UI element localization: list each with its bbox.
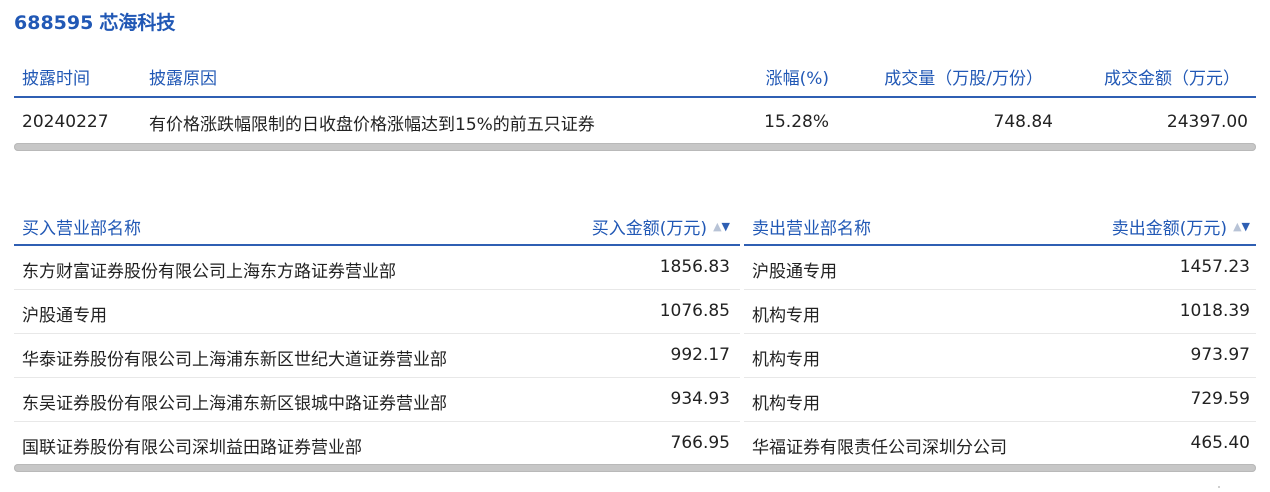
sell-broker-name: 华福证券有限责任公司深圳分公司 xyxy=(752,438,1007,458)
table-row: 机构专用 973.97 xyxy=(744,334,1256,378)
buy-broker-name: 东方财富证券股份有限公司上海东方路证券营业部 xyxy=(22,262,396,282)
stock-code: 688595 xyxy=(14,12,94,34)
sell-broker-amount: 729.59 xyxy=(1190,389,1250,409)
page-title: 688595 芯海科技 xyxy=(14,10,175,36)
buy-header-amount: 买入金额(万元) xyxy=(591,219,708,239)
sell-broker-table: 卖出营业部名称 卖出金额(万元) ▲ ▼ 沪股通专用 1457.23 机构专用 1… xyxy=(744,206,1256,465)
sell-broker-amount: 1018.39 xyxy=(1179,301,1250,321)
buy-table-header: 买入营业部名称 买入金额(万元) ▲ ▼ xyxy=(14,206,740,246)
sell-broker-amount: 465.40 xyxy=(1190,433,1250,453)
buy-broker-amount: 1856.83 xyxy=(659,257,730,277)
stock-name: 芯海科技 xyxy=(99,12,176,34)
table-row: 20240227 有价格涨跌幅限制的日收盘价格涨幅达到15%的前五只证券 15.… xyxy=(14,98,1256,146)
buy-broker-name: 华泰证券股份有限公司上海浦东新区世纪大道证券营业部 xyxy=(22,350,447,370)
table-row: 机构专用 1018.39 xyxy=(744,290,1256,334)
table-row: 华泰证券股份有限公司上海浦东新区世纪大道证券营业部 992.17 xyxy=(14,334,740,378)
sell-broker-name: 机构专用 xyxy=(752,350,820,370)
table-row: 东方财富证券股份有限公司上海东方路证券营业部 1856.83 xyxy=(14,246,740,290)
buy-broker-table: 买入营业部名称 买入金额(万元) ▲ ▼ 东方财富证券股份有限公司上海东方路证券营… xyxy=(14,206,740,465)
buy-broker-amount: 934.93 xyxy=(670,389,730,409)
buy-broker-name: 国联证券股份有限公司深圳益田路证券营业部 xyxy=(22,438,362,458)
table-row: 机构专用 729.59 xyxy=(744,378,1256,422)
buy-broker-amount: 992.17 xyxy=(670,345,730,365)
cell-date: 20240227 xyxy=(22,112,109,132)
table-row: 沪股通专用 1076.85 xyxy=(14,290,740,334)
header-reason: 披露原因 xyxy=(149,68,217,89)
sell-table-header: 卖出营业部名称 卖出金额(万元) ▲ ▼ xyxy=(744,206,1256,246)
cell-reason: 有价格涨跌幅限制的日收盘价格涨幅达到15%的前五只证券 xyxy=(149,114,595,135)
buy-broker-name: 沪股通专用 xyxy=(22,306,107,326)
buy-broker-amount: 766.95 xyxy=(670,433,730,453)
buy-broker-amount: 1076.85 xyxy=(659,301,730,321)
sell-broker-amount: 973.97 xyxy=(1190,345,1250,365)
cell-amount: 24397.00 xyxy=(1166,112,1248,132)
buy-amount-sort-header[interactable]: 买入金额(万元) ▲ ▼ xyxy=(592,214,730,239)
disclosure-table: 披露时间 披露原因 涨幅(%) 成交量（万股/万份） 成交金额（万元） 2024… xyxy=(14,56,1256,146)
cell-change: 15.28% xyxy=(764,112,829,132)
sell-broker-amount: 1457.23 xyxy=(1179,257,1250,277)
disclosure-table-header: 披露时间 披露原因 涨幅(%) 成交量（万股/万份） 成交金额（万元） xyxy=(14,56,1256,98)
buy-broker-name: 东吴证券股份有限公司上海浦东新区银城中路证券营业部 xyxy=(22,394,447,414)
sell-broker-name: 机构专用 xyxy=(752,306,820,326)
header-volume: 成交量（万股/万份） xyxy=(884,68,1043,89)
corner-dot xyxy=(1218,486,1220,488)
sort-toggle-icon[interactable]: ▲ ▼ xyxy=(1233,221,1250,232)
table-row: 华福证券有限责任公司深圳分公司 465.40 xyxy=(744,422,1256,465)
buy-header-name: 买入营业部名称 xyxy=(22,219,141,239)
table-row: 东吴证券股份有限公司上海浦东新区银城中路证券营业部 934.93 xyxy=(14,378,740,422)
sell-header-name: 卖出营业部名称 xyxy=(752,219,871,239)
cell-volume: 748.84 xyxy=(993,112,1053,132)
disclosure-table-scrollbar[interactable] xyxy=(14,143,1256,151)
table-row: 沪股通专用 1457.23 xyxy=(744,246,1256,290)
sell-header-amount: 卖出金额(万元) xyxy=(1111,219,1228,239)
broker-table-scrollbar[interactable] xyxy=(14,464,1256,472)
sell-amount-sort-header[interactable]: 卖出金额(万元) ▲ ▼ xyxy=(1112,214,1250,239)
header-amount: 成交金额（万元） xyxy=(1104,68,1240,89)
sort-toggle-icon[interactable]: ▲ ▼ xyxy=(713,221,730,232)
sell-broker-name: 机构专用 xyxy=(752,394,820,414)
sell-broker-name: 沪股通专用 xyxy=(752,262,837,282)
table-row: 国联证券股份有限公司深圳益田路证券营业部 766.95 xyxy=(14,422,740,465)
header-date: 披露时间 xyxy=(22,68,90,89)
header-change: 涨幅(%) xyxy=(765,68,829,89)
